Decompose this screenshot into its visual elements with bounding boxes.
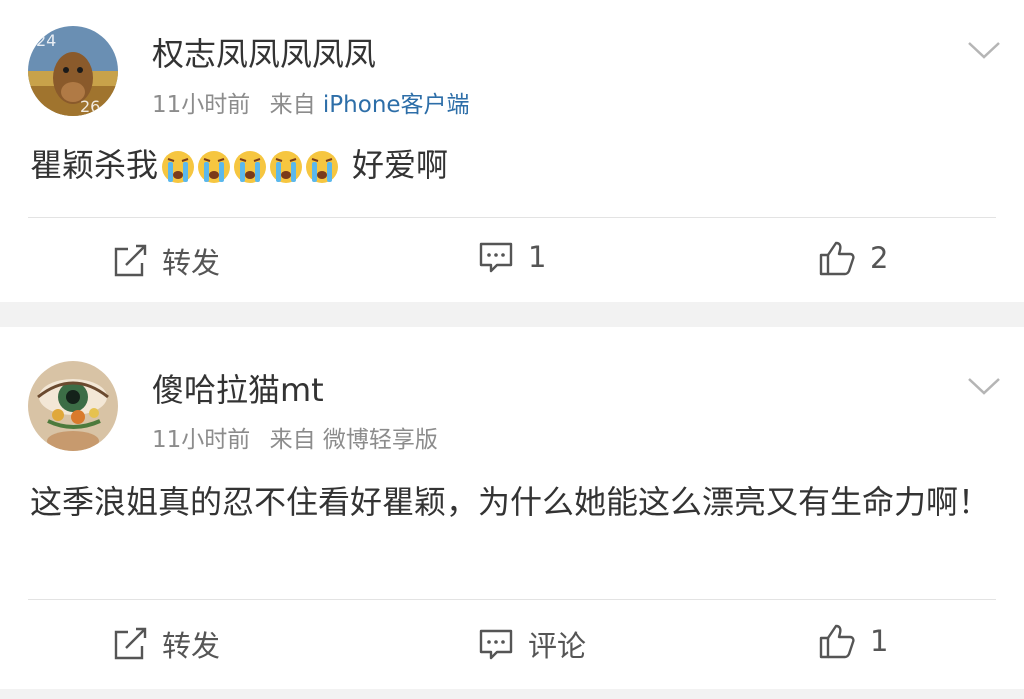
post-text: 瞿颖杀我 — [30, 146, 159, 184]
post-card: 傻哈拉猫mt 11小时前 来自 微博轻享版 这季浪姐真的忍不住看好瞿颖，为什么她… — [0, 327, 1024, 689]
like-button[interactable]: 1 — [818, 623, 888, 659]
like-button[interactable]: 2 — [818, 240, 888, 276]
comment-icon — [479, 242, 513, 273]
post-source[interactable]: iPhone客户端 — [323, 92, 470, 118]
crying-emoji-icon — [306, 151, 339, 183]
post-time: 11小时前 — [152, 427, 251, 453]
post-time: 11小时前 — [152, 92, 251, 118]
svg-text:26: 26 — [80, 97, 100, 116]
repost-button[interactable]: 转发 — [112, 623, 220, 665]
chevron-down-icon[interactable] — [966, 374, 1002, 398]
comment-button[interactable]: 评论 — [478, 623, 586, 665]
post-meta: 11小时前 来自 iPhone客户端 — [152, 85, 470, 119]
comment-button[interactable]: 1 — [478, 240, 546, 274]
like-count: 2 — [870, 241, 889, 275]
chevron-down-icon[interactable] — [966, 38, 1002, 62]
svg-text:24: 24 — [36, 31, 56, 50]
repost-icon — [114, 244, 147, 277]
crying-emoji-icon — [162, 151, 195, 183]
comment-count: 1 — [528, 240, 547, 274]
post-card: 24 26 权志凤凤凤凤凤 11小时前 来自 iPhone客户端 瞿颖杀我 好爱… — [0, 0, 1024, 302]
divider — [28, 217, 996, 218]
avatar[interactable]: 24 26 — [28, 26, 118, 116]
divider — [28, 599, 996, 600]
crying-emoji-icon — [234, 151, 267, 183]
repost-icon — [114, 627, 147, 660]
post-content: 瞿颖杀我 好爱啊 — [30, 140, 1000, 190]
post-text-suffix: 好爱啊 — [352, 146, 449, 184]
crying-emoji-icon — [270, 151, 303, 183]
avatar[interactable] — [28, 361, 118, 451]
from-label: 来自 — [269, 92, 316, 118]
username[interactable]: 权志凤凤凤凤凤 — [152, 29, 376, 75]
post-content: 这季浪姐真的忍不住看好瞿颖，为什么她能这么漂亮又有生命力啊！ — [30, 483, 991, 521]
like-count: 1 — [870, 624, 889, 658]
comment-label: 评论 — [528, 629, 587, 663]
crying-emoji-icon — [198, 151, 231, 183]
comment-icon — [479, 629, 513, 660]
like-icon — [819, 241, 855, 276]
from-label: 来自 — [269, 427, 316, 453]
post-source[interactable]: 微博轻享版 — [323, 427, 438, 453]
repost-label: 转发 — [162, 629, 221, 663]
like-icon — [819, 624, 855, 659]
repost-label: 转发 — [162, 246, 221, 280]
username[interactable]: 傻哈拉猫mt — [152, 365, 324, 411]
repost-button[interactable]: 转发 — [112, 240, 220, 282]
post-meta: 11小时前 来自 微博轻享版 — [152, 420, 438, 454]
emoji-group — [160, 148, 340, 186]
